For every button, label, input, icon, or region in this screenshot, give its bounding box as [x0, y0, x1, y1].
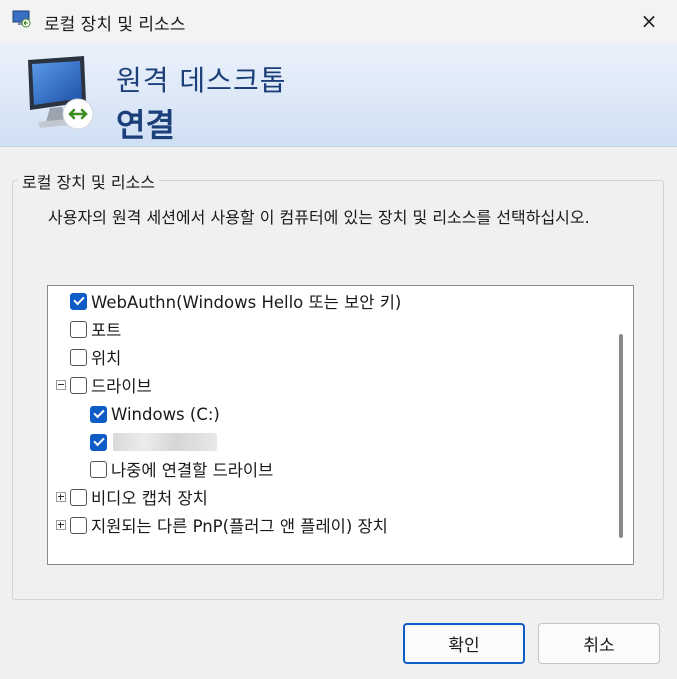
pnp-checkbox[interactable]	[70, 516, 87, 534]
vertical-scrollbar[interactable]	[619, 334, 623, 538]
cancel-button[interactable]: 취소	[538, 623, 660, 664]
collapse-icon[interactable]	[56, 380, 66, 390]
banner-title: 원격 데스크톱	[116, 64, 287, 97]
tree-item-later-drives[interactable]: 나중에 연결할 드라이브	[90, 456, 273, 482]
video-capture-label: 비디오 캡처 장치	[91, 489, 208, 508]
banner-subtitle: 연결	[116, 106, 175, 144]
tree-item-pnp[interactable]: 지원되는 다른 PnP(플러그 앤 플레이) 장치	[56, 512, 388, 538]
video-capture-checkbox[interactable]	[70, 488, 87, 506]
later-drives-checkbox[interactable]	[90, 460, 107, 478]
monitor-icon	[28, 56, 94, 130]
banner: 원격 데스크톱 연결	[0, 42, 677, 147]
redacted-drive-label	[113, 433, 217, 451]
window-title: 로컬 장치 및 리소스	[44, 15, 186, 35]
remote-desktop-icon	[12, 10, 31, 28]
drives-checkbox[interactable]	[70, 376, 87, 394]
drive-c-label: Windows (C:)	[111, 404, 220, 424]
drives-label: 드라이브	[91, 377, 152, 396]
pnp-label: 지원되는 다른 PnP(플러그 앤 플레이) 장치	[91, 517, 388, 536]
location-checkbox[interactable]	[70, 348, 87, 366]
group-label: 로컬 장치 및 리소스	[18, 169, 160, 193]
group-description: 사용자의 원격 세션에서 사용할 이 컴퓨터에 있는 장치 및 리소스를 선택하…	[48, 208, 590, 227]
tree-item-ports[interactable]: 포트	[70, 316, 121, 342]
location-label: 위치	[91, 349, 122, 368]
tree-item-webauthn[interactable]: WebAuthn(Windows Hello 또는 보안 키)	[70, 288, 401, 314]
tree-item-drive-c[interactable]: Windows (C:)	[90, 401, 220, 427]
title-bar: 로컬 장치 및 리소스 ×	[0, 0, 677, 42]
tree-item-drive-redacted[interactable]	[90, 429, 217, 455]
tree-item-drives[interactable]: 드라이브	[56, 372, 152, 398]
later-drives-label: 나중에 연결할 드라이브	[111, 461, 274, 480]
tree-item-location[interactable]: 위치	[70, 344, 121, 370]
webauthn-checkbox[interactable]	[70, 292, 87, 310]
ports-checkbox[interactable]	[70, 320, 87, 338]
ok-button[interactable]: 확인	[403, 623, 525, 664]
tree-item-video-capture[interactable]: 비디오 캡처 장치	[56, 484, 208, 510]
device-tree[interactable]: WebAuthn(Windows Hello 또는 보안 키) 포트 위치 드라…	[47, 285, 634, 565]
ports-label: 포트	[91, 321, 122, 340]
expand-icon[interactable]	[56, 492, 66, 502]
webauthn-label: WebAuthn(Windows Hello 또는 보안 키)	[91, 293, 402, 312]
close-button[interactable]: ×	[621, 0, 677, 42]
drive-c-checkbox[interactable]	[90, 405, 107, 423]
drive-redacted-checkbox[interactable]	[90, 433, 107, 451]
expand-icon[interactable]	[56, 520, 66, 530]
